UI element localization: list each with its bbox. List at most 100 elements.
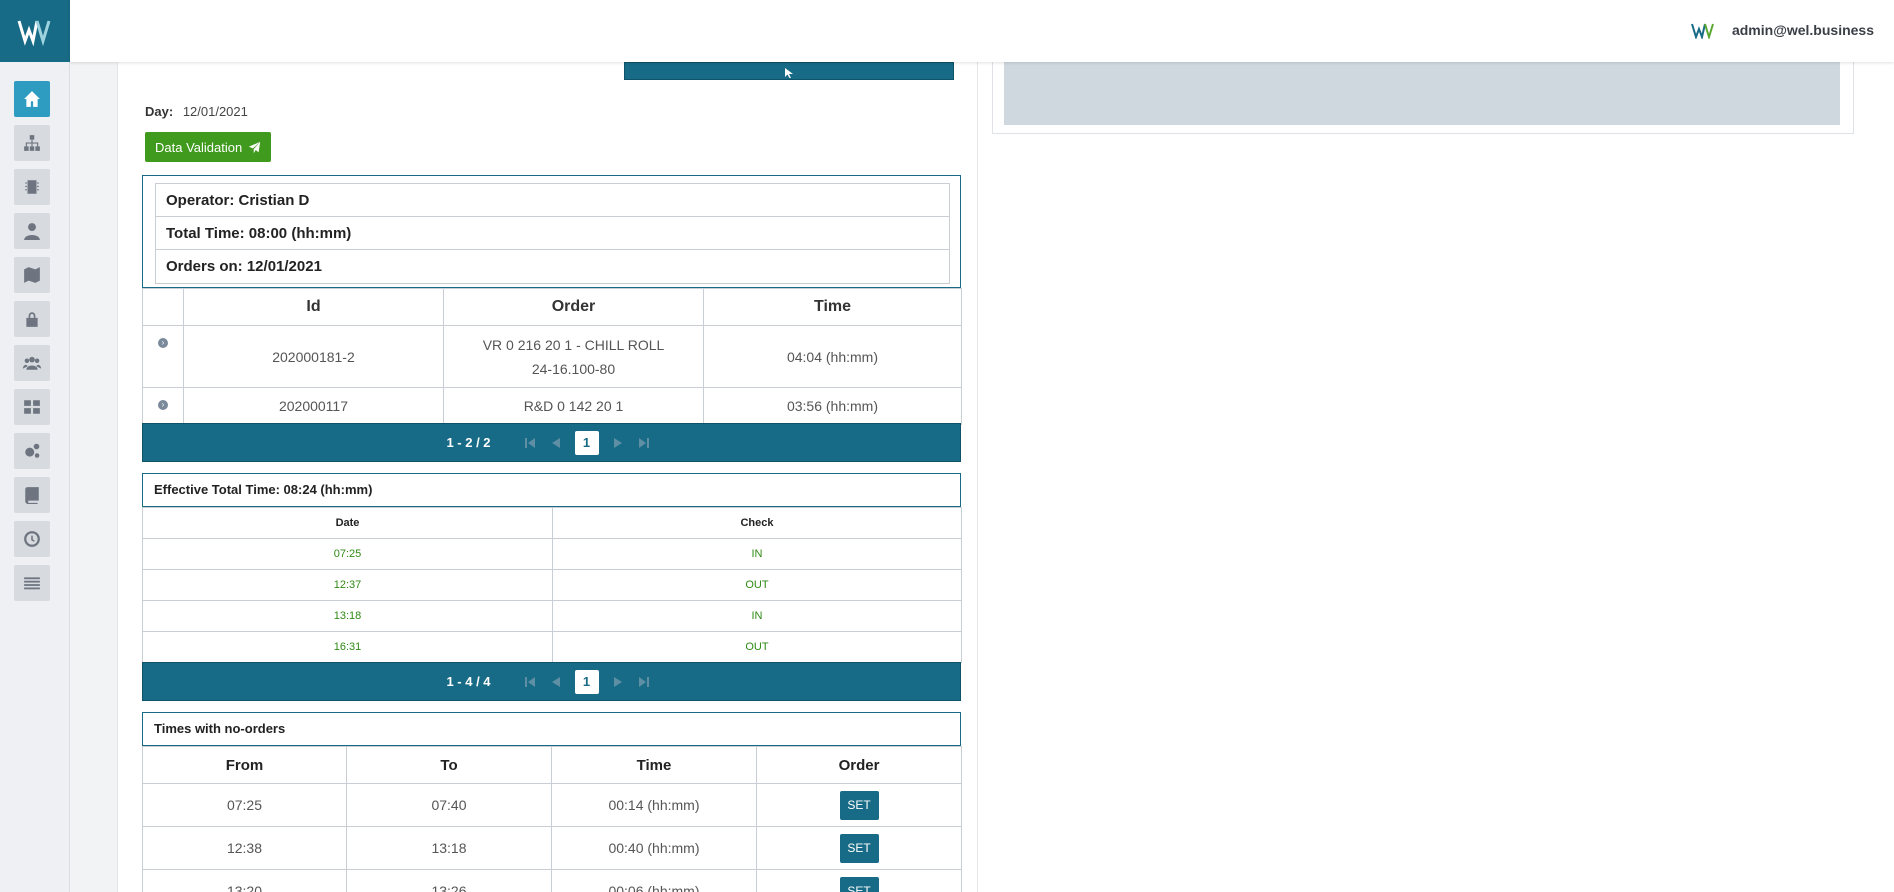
user-email: admin@wel.business (1731, 22, 1874, 38)
wel-small-logo-icon (1691, 23, 1714, 39)
expand-column-header (142, 288, 184, 326)
clock-icon (24, 531, 40, 547)
top-header: admin@wel.business (70, 0, 1894, 62)
order-id: 202000117 (183, 387, 444, 425)
check-type: IN (552, 538, 962, 570)
last-page-icon[interactable] (637, 436, 651, 450)
top-action-button[interactable] (624, 62, 954, 80)
day-label: Day: (145, 104, 174, 119)
orders-pager: 1 - 2 / 2 1 (142, 423, 961, 462)
gap-time: 00:14 (hh:mm) (551, 783, 757, 827)
table-row: 12:37 OUT (142, 569, 962, 601)
cursor-icon (785, 68, 793, 78)
day-value: 12/01/2021 (182, 104, 248, 119)
sidebar-item-structure[interactable] (14, 125, 50, 161)
sidebar-item-home[interactable] (14, 81, 50, 117)
current-page[interactable]: 1 (574, 430, 599, 455)
wel-logo-icon (17, 20, 51, 46)
last-page-icon[interactable] (637, 675, 651, 689)
check-time: 07:25 (142, 538, 553, 570)
check-time: 16:31 (142, 631, 553, 663)
column-header-order: Order (443, 288, 704, 326)
chevron-right-icon[interactable]: › (158, 400, 168, 410)
chip-icon (25, 180, 39, 194)
check-time: 12:37 (142, 569, 553, 601)
sidebar-item-dashboard[interactable] (14, 389, 50, 425)
sidebar-nav (14, 81, 50, 609)
checks-table: Date Check 07:25 IN 12:37 OUT 13:18 IN 1… (142, 507, 962, 663)
gap-time: 00:40 (hh:mm) (551, 826, 757, 870)
order-description: R&D 0 142 20 1 (443, 387, 704, 425)
user-menu[interactable]: admin@wel.business (1690, 21, 1874, 39)
sidebar-item-operators[interactable] (14, 213, 50, 249)
next-page-icon[interactable] (611, 675, 625, 689)
sidebar-item-security[interactable] (14, 301, 50, 337)
column-header-id: Id (183, 288, 444, 326)
data-validation-button[interactable]: Data Validation (145, 132, 272, 162)
column-header-to: To (346, 746, 552, 784)
set-order-button[interactable]: SET (839, 833, 879, 863)
sidebar-item-settings[interactable] (14, 433, 50, 469)
set-order-button[interactable]: SET (839, 876, 879, 892)
operator-summary-list: Operator: Cristian D Total Time: 08:00 (… (155, 183, 950, 284)
set-order-button[interactable]: SET (839, 790, 879, 820)
detail-panel (978, 62, 1894, 892)
order-id: 202000181-2 (183, 325, 444, 388)
column-header-from: From (142, 746, 347, 784)
table-row: 13:18 IN (142, 600, 962, 632)
book-icon (25, 487, 39, 504)
pager-info: 1 - 2 / 2 (446, 435, 491, 450)
check-type: IN (552, 600, 962, 632)
row-expand-cell[interactable]: › (142, 325, 184, 388)
checks-pager: 1 - 4 / 4 1 (142, 662, 961, 701)
order-description: VR 0 216 20 1 - CHILL ROLL 24-16.100-80 (443, 325, 704, 388)
orders-date: Orders on: 12/01/2021 (166, 258, 322, 275)
app-logo[interactable] (0, 0, 70, 62)
gap-time: 00:06 (hh:mm) (551, 869, 757, 892)
chevron-right-icon[interactable]: › (158, 338, 168, 348)
order-cell: SET (756, 783, 962, 827)
data-validation-label: Data Validation (155, 139, 243, 155)
order-time: 03:56 (hh:mm) (703, 387, 962, 425)
sidebar-item-logs[interactable] (14, 565, 50, 601)
to-time: 13:18 (346, 826, 552, 870)
sidebar-item-docs[interactable] (14, 477, 50, 513)
sidebar-item-history[interactable] (14, 521, 50, 557)
user-tie-icon (24, 223, 40, 240)
from-time: 12:38 (142, 826, 347, 870)
column-header-date: Date (142, 507, 553, 539)
operator-summary: Operator: Cristian D Total Time: 08:00 (… (142, 175, 961, 288)
checks-header-row: Date Check (142, 507, 962, 539)
first-page-icon[interactable] (523, 675, 537, 689)
prev-page-icon[interactable] (549, 436, 563, 450)
sidebar-item-devices[interactable] (14, 169, 50, 205)
gears-icon (25, 443, 40, 458)
attendance-panel: Day: 12/01/2021 Data Validation Operator… (117, 62, 978, 892)
total-time: Total Time: 08:00 (hh:mm) (156, 217, 949, 250)
no-orders-table: From To Time Order 07:25 07:40 00:14 (hh… (142, 746, 962, 892)
column-header-time: Time (703, 288, 962, 326)
order-time: 04:04 (hh:mm) (703, 325, 962, 388)
current-page[interactable]: 1 (574, 669, 599, 694)
row-expand-cell[interactable]: › (142, 387, 184, 425)
check-type: OUT (552, 569, 962, 601)
sidebar (0, 0, 70, 892)
users-icon (23, 356, 41, 370)
detail-box (992, 62, 1854, 134)
check-time: 13:18 (142, 600, 553, 632)
from-time: 07:25 (142, 783, 347, 827)
sitemap-icon (24, 135, 40, 151)
column-header-time: Time (551, 746, 757, 784)
order-cell: SET (756, 869, 962, 892)
first-page-icon[interactable] (523, 436, 537, 450)
prev-page-icon[interactable] (549, 675, 563, 689)
paper-plane-icon (249, 141, 261, 153)
grid-icon (24, 400, 40, 414)
sidebar-item-users[interactable] (14, 345, 50, 381)
lock-icon (26, 312, 38, 327)
next-page-icon[interactable] (611, 436, 625, 450)
sidebar-item-map[interactable] (14, 257, 50, 293)
orders-header-row: Id Order Time (142, 288, 962, 326)
table-row: 16:31 OUT (142, 631, 962, 663)
map-icon (24, 267, 40, 283)
